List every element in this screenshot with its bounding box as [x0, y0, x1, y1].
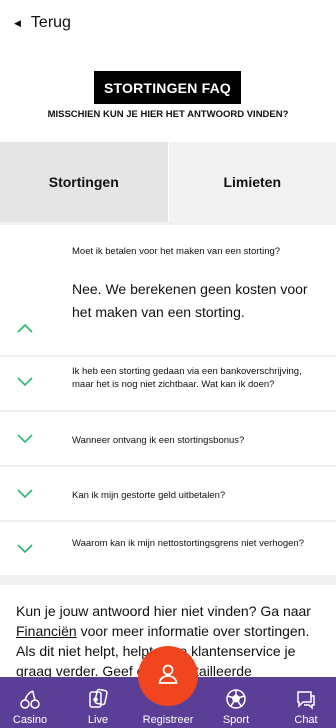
tab-limieten[interactable]: Limieten [168, 142, 336, 222]
back-label: Terug [30, 14, 71, 31]
category-tabs: Stortingen Limieten [0, 142, 336, 222]
nav-label: Casino [12, 714, 48, 726]
cherries-icon [19, 688, 41, 710]
faq-list: Moet ik betalen voor het maken van een s… [0, 225, 336, 577]
faq-question: Wanneer ontvang ik een stortingsbonus? [72, 435, 245, 446]
chevron-down-icon[interactable] [17, 489, 33, 499]
nav-label: Registreer [142, 714, 194, 726]
faq-item[interactable]: Waarom kan ik mijn nettostortingsgrens n… [0, 522, 336, 577]
nav-label: Live [87, 714, 109, 726]
faq-item[interactable]: Moet ik betalen voor het maken van een s… [0, 225, 336, 357]
nav-sport[interactable]: Sport [218, 677, 254, 728]
chevron-down-icon[interactable] [17, 377, 33, 387]
back-button[interactable]: ◀ Terug [14, 14, 71, 32]
chevron-up-icon[interactable] [17, 323, 33, 333]
cards-icon [87, 688, 109, 710]
page-subtitle: MISSCHIEN KUN JE HIER HET ANTWOORD VINDE… [47, 109, 289, 120]
faq-question: Waarom kan ik mijn nettostortingsgrens n… [72, 538, 304, 549]
back-arrow-icon: ◀ [14, 17, 21, 28]
nav-label: Sport [222, 714, 250, 726]
register-button[interactable] [138, 646, 198, 706]
faq-answer: Nee. We berekenen geen kosten voor het m… [72, 281, 308, 320]
nav-live[interactable]: Live [80, 677, 116, 728]
chevron-down-icon[interactable] [17, 544, 33, 554]
faq-header: STORTINGEN FAQ MISSCHIEN KUN JE HIER HET… [0, 46, 336, 142]
football-icon [225, 688, 247, 710]
page-title: STORTINGEN FAQ [94, 71, 241, 104]
chevron-down-icon[interactable] [17, 434, 33, 444]
nav-chat[interactable]: Chat [288, 677, 324, 728]
faq-question: Kan ik mijn gestorte geld uitbetalen? [72, 490, 226, 501]
nav-casino[interactable]: Casino [8, 677, 52, 728]
user-icon [156, 662, 180, 691]
top-bar: ◀ Terug [0, 0, 336, 46]
faq-item[interactable]: Ik heb een storting gedaan via een banko… [0, 357, 336, 412]
faq-item[interactable]: Kan ik mijn gestorte geld uitbetalen? [0, 467, 336, 522]
faq-item[interactable]: Wanneer ontvang ik een stortingsbonus? [0, 412, 336, 467]
faq-question: Ik heb een storting gedaan via een banko… [72, 366, 302, 390]
nav-label: Chat [294, 714, 318, 726]
help-text-intro: Kun je jouw antwoord hier niet vinden? G… [16, 603, 311, 619]
financien-link[interactable]: Financiën [16, 623, 77, 639]
chat-icon [295, 688, 317, 710]
faq-question: Moet ik betalen voor het maken van een s… [72, 246, 281, 257]
tab-stortingen[interactable]: Stortingen [0, 142, 168, 222]
